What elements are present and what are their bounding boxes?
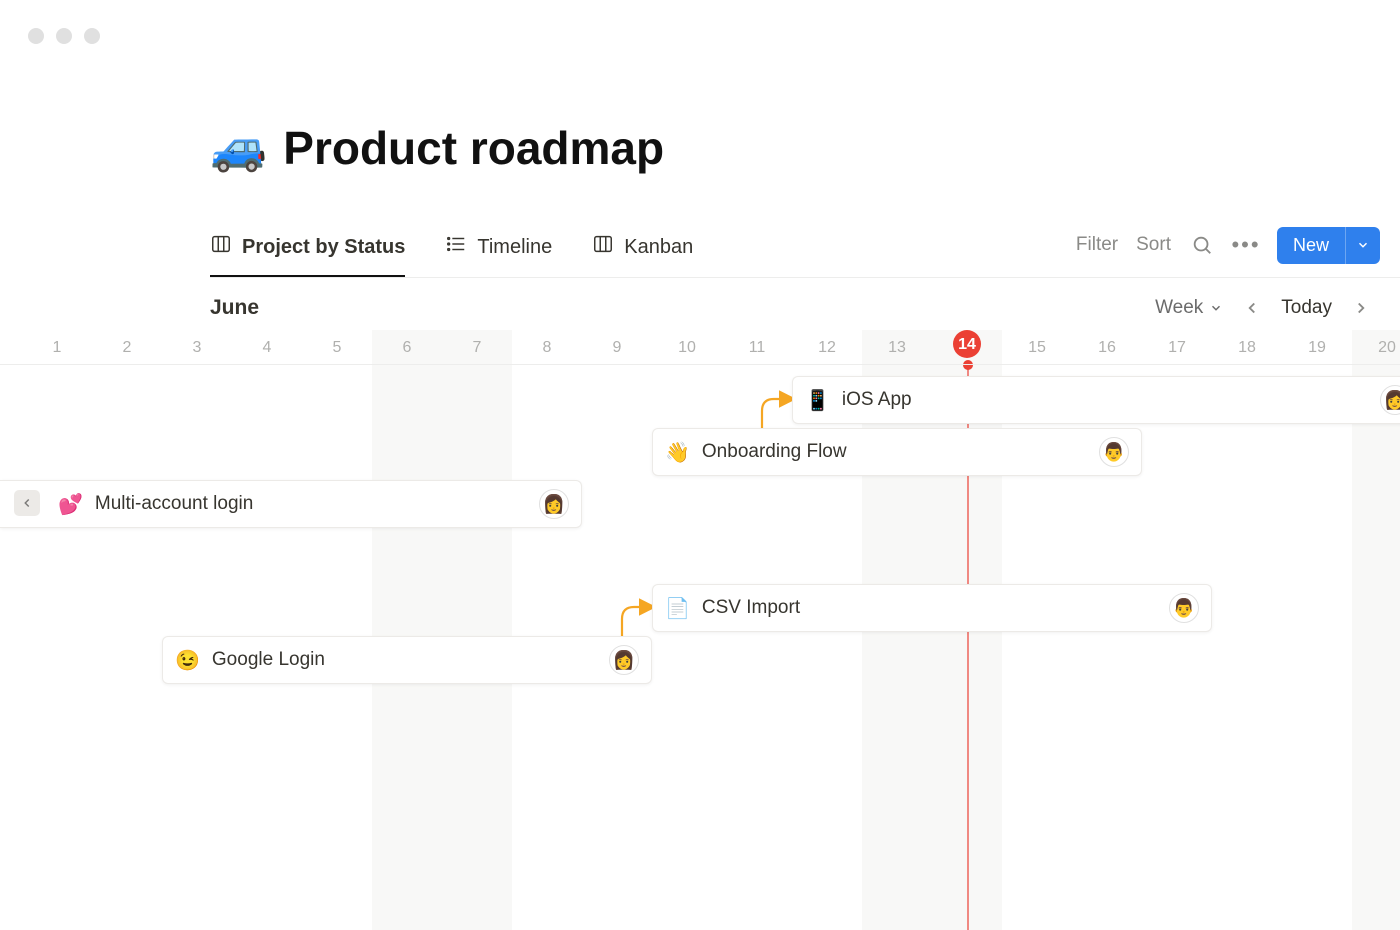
page-title-text[interactable]: Product roadmap	[283, 121, 664, 175]
tab-label: Project by Status	[242, 236, 405, 259]
task-icon: 👋	[665, 440, 690, 465]
tab-label: Timeline	[477, 236, 552, 259]
window-traffic-lights	[28, 28, 100, 44]
day-number: 9	[613, 330, 622, 364]
day-number: 16	[1098, 330, 1116, 364]
day-number: 12	[818, 330, 836, 364]
timeline-controls: Week Today	[1155, 297, 1372, 319]
tab-timeline[interactable]: Timeline	[445, 223, 552, 277]
filter-button[interactable]: Filter	[1076, 234, 1118, 256]
today-marker: 14	[953, 330, 981, 358]
task-card-google-login[interactable]: 😉 Google Login 👩	[162, 636, 652, 684]
day-number: 6	[403, 330, 412, 364]
traffic-light-zoom[interactable]	[84, 28, 100, 44]
more-icon[interactable]: •••	[1233, 232, 1259, 258]
day-number: 1	[53, 330, 62, 364]
day-number: 7	[473, 330, 482, 364]
new-dropdown-button[interactable]	[1345, 227, 1380, 264]
task-card-ios-app[interactable]: 📱 iOS App 👩	[792, 376, 1400, 424]
day-number: 19	[1308, 330, 1326, 364]
day-number: 18	[1238, 330, 1256, 364]
sort-button[interactable]: Sort	[1136, 234, 1171, 256]
day-column: 9	[582, 330, 652, 930]
day-number: 11	[749, 330, 766, 364]
new-button[interactable]: New	[1277, 227, 1345, 264]
today-button[interactable]: Today	[1281, 297, 1332, 319]
timeline-divider	[0, 364, 1400, 365]
task-card-multi-account-login[interactable]: 💕 Multi-account login 👩	[0, 480, 582, 528]
day-number: 2	[123, 330, 132, 364]
traffic-light-minimize[interactable]	[56, 28, 72, 44]
day-number: 4	[263, 330, 272, 364]
day-number: 15	[1028, 330, 1046, 364]
tab-kanban[interactable]: Kanban	[592, 223, 693, 277]
day-number: 17	[1168, 330, 1186, 364]
assignee-avatar[interactable]: 👩	[1380, 385, 1400, 415]
scale-label: Week	[1155, 297, 1203, 319]
task-label: Multi-account login	[95, 493, 527, 515]
day-column: 3	[162, 330, 232, 930]
toolbar-right: Filter Sort ••• New	[1076, 227, 1400, 274]
columns-icon	[592, 233, 614, 261]
day-number: 20	[1378, 330, 1396, 364]
day-column: 5	[302, 330, 372, 930]
day-number: 8	[543, 330, 552, 364]
task-icon: 📄	[665, 596, 690, 621]
day-column: 1	[22, 330, 92, 930]
task-label: CSV Import	[702, 597, 1157, 619]
task-card-csv-import[interactable]: 📄 CSV Import 👨	[652, 584, 1212, 632]
timeline-body[interactable]: 1234567891011121314151617181920 📱iOS App…	[0, 330, 1400, 930]
view-tabs: Project by Status Timeline Kanban Filter…	[210, 223, 1400, 278]
task-icon: 💕	[58, 492, 83, 517]
day-column: 8	[512, 330, 582, 930]
next-button[interactable]	[1350, 299, 1372, 317]
assignee-avatar[interactable]: 👩	[539, 489, 569, 519]
day-column: 4	[232, 330, 302, 930]
day-number: 10	[678, 330, 696, 364]
day-column: 2	[92, 330, 162, 930]
assignee-avatar[interactable]: 👨	[1099, 437, 1129, 467]
scale-dropdown[interactable]: Week	[1155, 297, 1223, 319]
traffic-light-close[interactable]	[28, 28, 44, 44]
timeline-header: June Week Today	[210, 278, 1400, 330]
tab-label: Kanban	[624, 236, 693, 259]
scroll-left-badge[interactable]	[14, 490, 40, 516]
day-column: 7	[442, 330, 512, 930]
month-label: June	[210, 296, 259, 320]
task-icon: 📱	[805, 388, 830, 413]
list-icon	[445, 233, 467, 261]
chevron-down-icon	[1209, 301, 1223, 315]
day-column: 6	[372, 330, 442, 930]
new-button-group: New	[1277, 227, 1380, 264]
assignee-avatar[interactable]: 👩	[609, 645, 639, 675]
tab-project-by-status[interactable]: Project by Status	[210, 223, 405, 277]
task-label: iOS App	[842, 389, 1368, 411]
task-icon: 😉	[175, 648, 200, 673]
page-icon[interactable]: 🚙	[210, 120, 267, 175]
day-number: 5	[333, 330, 342, 364]
prev-button[interactable]	[1241, 299, 1263, 317]
day-number: 3	[193, 330, 202, 364]
page-title: 🚙 Product roadmap	[210, 120, 1400, 175]
task-card-onboarding-flow[interactable]: 👋 Onboarding Flow 👨	[652, 428, 1142, 476]
columns-icon	[210, 233, 232, 261]
day-number: 13	[888, 330, 906, 364]
task-label: Google Login	[212, 649, 597, 671]
today-dot	[963, 360, 973, 370]
search-icon[interactable]	[1189, 232, 1215, 258]
task-label: Onboarding Flow	[702, 441, 1087, 463]
assignee-avatar[interactable]: 👨	[1169, 593, 1199, 623]
